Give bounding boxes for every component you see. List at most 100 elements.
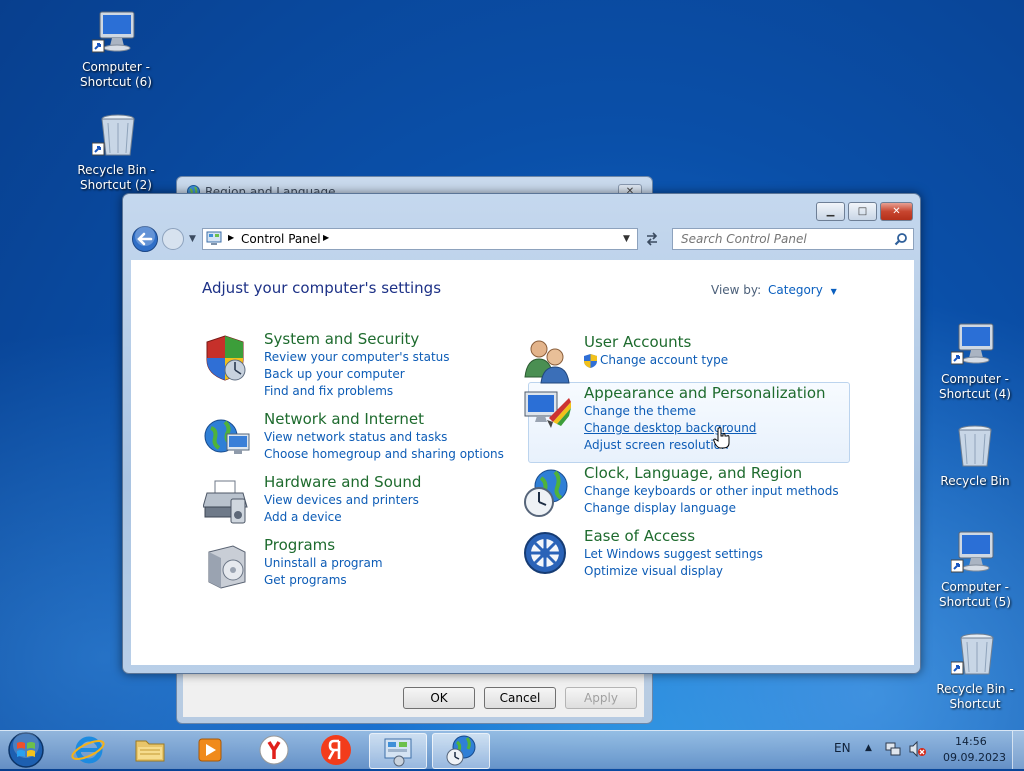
desktop-icon-label: Recycle Bin - xyxy=(936,682,1014,696)
link-add-device[interactable]: Add a device xyxy=(264,510,342,524)
network-tray-icon[interactable] xyxy=(885,741,901,757)
desktop-icon-recycle-bin[interactable]: Recycle Bin xyxy=(934,424,1016,489)
close-button[interactable]: ✕ xyxy=(880,202,913,221)
desktop-icon-recycle-bin-shortcut[interactable]: Recycle Bin - Shortcut xyxy=(934,632,1016,712)
link-find-fix-problems[interactable]: Find and fix problems xyxy=(264,384,393,398)
ok-button[interactable]: OK xyxy=(403,687,475,709)
link-windows-suggest-settings[interactable]: Let Windows suggest settings xyxy=(584,547,763,561)
desktop-icon-label: Recycle Bin xyxy=(940,474,1010,488)
taskbar-control-panel[interactable] xyxy=(369,733,427,769)
show-hidden-icons-chevron-icon[interactable]: ▲ xyxy=(865,743,872,753)
link-optimize-visual-display[interactable]: Optimize visual display xyxy=(584,564,723,578)
control-panel-icon xyxy=(206,231,222,245)
computer-icon xyxy=(92,11,135,53)
users-icon xyxy=(524,340,570,384)
taskbar: EN ▲ 14:56 09.09.2023 xyxy=(0,730,1024,769)
ease-of-access-icon xyxy=(524,532,566,574)
desktop-icon-computer-shortcut-4[interactable]: Computer - Shortcut (4) xyxy=(934,322,1016,402)
recent-pages-chevron-icon[interactable]: ▼ xyxy=(189,234,196,244)
yandex-browser-icon xyxy=(259,735,289,765)
category-title[interactable]: Clock, Language, and Region xyxy=(584,464,802,482)
link-back-up[interactable]: Back up your computer xyxy=(264,367,405,381)
forward-arrow-icon[interactable] xyxy=(161,227,185,251)
search-box[interactable] xyxy=(672,228,914,250)
control-panel-window[interactable]: ▁ □ ✕ ▼ ▶ Control Panel ▶ ▼ Adjust xyxy=(122,193,921,674)
link-get-programs[interactable]: Get programs xyxy=(264,573,347,587)
recycle-bin-icon xyxy=(92,114,135,156)
uac-shield-icon xyxy=(584,354,597,368)
clock-date[interactable]: 09.09.2023 xyxy=(943,751,1006,764)
breadcrumb-separator-icon[interactable]: ▶ xyxy=(228,233,234,242)
link-change-account-type[interactable]: Change account type xyxy=(600,353,728,367)
apply-button[interactable]: Apply xyxy=(565,687,637,709)
recycle-bin-icon xyxy=(958,425,992,467)
category-title[interactable]: System and Security xyxy=(264,330,419,348)
link-change-display-language[interactable]: Change display language xyxy=(584,501,736,515)
taskbar-windows-explorer[interactable] xyxy=(122,733,178,767)
link-devices-printers[interactable]: View devices and printers xyxy=(264,493,419,507)
minimize-button[interactable]: ▁ xyxy=(816,202,845,221)
control-panel-content: Adjust your computer's settings View by:… xyxy=(131,260,914,665)
control-panel-icon xyxy=(384,738,412,767)
page-title: Adjust your computer's settings xyxy=(202,279,442,297)
link-review-status[interactable]: Review your computer's status xyxy=(264,350,450,364)
desktop-icon-recycle-bin-shortcut-2[interactable]: Recycle Bin - Shortcut (2) xyxy=(75,113,157,193)
taskbar-internet-explorer[interactable] xyxy=(60,733,116,767)
desktop-icon-label: Shortcut (2) xyxy=(80,178,152,192)
category-title[interactable]: Network and Internet xyxy=(264,410,424,428)
desktop-icon-computer-shortcut-5[interactable]: Computer - Shortcut (5) xyxy=(934,530,1016,610)
desktop-icon-computer-shortcut-6[interactable]: Computer - Shortcut (6) xyxy=(75,10,157,90)
maximize-button[interactable]: □ xyxy=(848,202,877,221)
breadcrumb-control-panel[interactable]: Control Panel xyxy=(241,232,321,246)
hand-cursor-icon xyxy=(713,427,730,449)
folder-icon xyxy=(135,740,165,762)
taskbar-yandex[interactable] xyxy=(308,733,364,767)
category-title[interactable]: Hardware and Sound xyxy=(264,473,421,491)
category-title[interactable]: Appearance and Personalization xyxy=(584,384,826,402)
media-player-icon xyxy=(198,738,222,762)
address-dropdown-icon[interactable]: ▼ xyxy=(623,234,630,244)
view-by-value[interactable]: Category xyxy=(768,283,823,297)
internet-explorer-icon xyxy=(71,736,105,764)
show-desktop-button[interactable] xyxy=(1012,731,1024,769)
search-input[interactable] xyxy=(679,231,893,247)
volume-muted-icon[interactable] xyxy=(908,741,926,757)
clock-time[interactable]: 14:56 xyxy=(955,735,987,748)
address-bar[interactable]: ▶ Control Panel ▶ ▼ xyxy=(202,228,638,250)
link-view-network-status[interactable]: View network status and tasks xyxy=(264,430,447,444)
link-homegroup-sharing[interactable]: Choose homegroup and sharing options xyxy=(264,447,504,461)
taskbar-region-language[interactable] xyxy=(432,733,490,769)
programs-box-icon xyxy=(208,545,246,589)
category-title[interactable]: User Accounts xyxy=(584,333,691,351)
back-arrow-icon[interactable] xyxy=(131,225,159,253)
link-uninstall-program[interactable]: Uninstall a program xyxy=(264,556,383,570)
category-title[interactable]: Programs xyxy=(264,536,335,554)
link-change-keyboards[interactable]: Change keyboards or other input methods xyxy=(584,484,839,498)
view-by-dropdown[interactable]: Category ▼ xyxy=(768,283,837,297)
taskbar-media-player[interactable] xyxy=(182,733,238,767)
desktop-icon-label: Computer - xyxy=(941,580,1009,594)
desktop-icon-label: Recycle Bin - xyxy=(77,163,155,177)
breadcrumb-separator-icon[interactable]: ▶ xyxy=(323,233,329,242)
refresh-icon[interactable] xyxy=(642,230,662,248)
search-icon[interactable] xyxy=(894,232,908,246)
link-adjust-screen-resolution[interactable]: Adjust screen resolution xyxy=(584,438,729,452)
globe-clock-icon xyxy=(446,735,476,766)
language-indicator[interactable]: EN xyxy=(834,741,851,755)
taskbar-yandex-browser[interactable] xyxy=(246,733,302,767)
cancel-button[interactable]: Cancel xyxy=(484,687,556,709)
link-change-theme[interactable]: Change the theme xyxy=(584,404,696,418)
start-button-icon[interactable] xyxy=(4,731,48,769)
recycle-bin-icon xyxy=(951,633,994,675)
desktop-icon-label: Shortcut (4) xyxy=(939,387,1011,401)
desktop-icon-label: Shortcut xyxy=(949,697,1001,711)
chevron-down-icon[interactable]: ▼ xyxy=(831,287,837,296)
computer-icon xyxy=(951,323,994,365)
clock-globe-icon xyxy=(524,469,568,517)
category-title[interactable]: Ease of Access xyxy=(584,527,695,545)
shield-icon xyxy=(206,335,246,381)
desktop-icon-label: Computer - xyxy=(941,372,1009,386)
printer-icon xyxy=(203,480,248,524)
desktop-icon-label: Computer - xyxy=(82,60,150,74)
computer-icon xyxy=(951,531,994,573)
